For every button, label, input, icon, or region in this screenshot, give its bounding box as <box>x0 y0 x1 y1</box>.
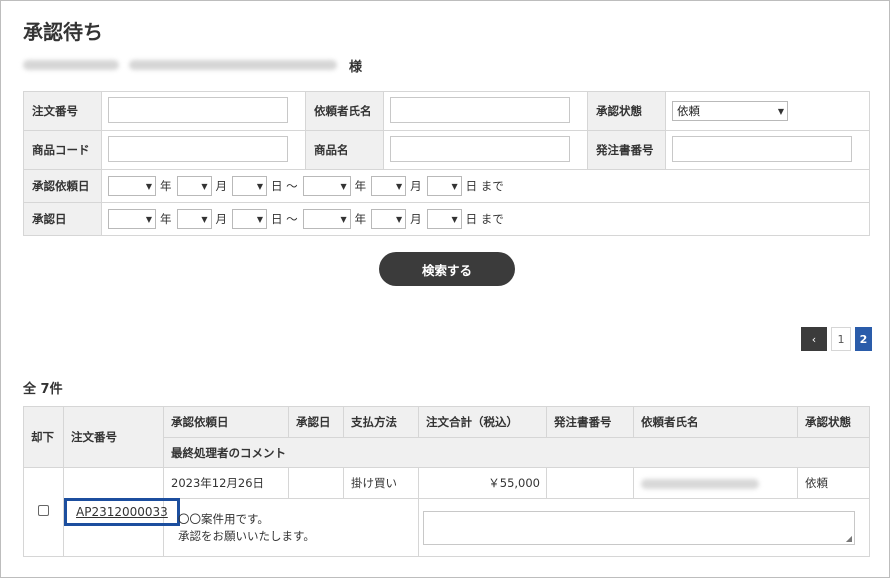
cell-approval-date <box>288 467 344 499</box>
result-count: 全 7件 <box>23 382 63 397</box>
col-order-no: 注文番号 <box>63 406 164 468</box>
status-label: 承認状態 <box>587 91 666 131</box>
redacted-requester <box>641 478 759 489</box>
page-2-current[interactable]: 2 <box>855 327 872 351</box>
cell-po-no <box>546 467 634 499</box>
unit-year: 年 <box>354 179 367 193</box>
chevron-down-icon: ▼ <box>201 181 208 191</box>
approval-from-month-select[interactable]: ▼ <box>176 209 212 229</box>
product-name-input[interactable] <box>390 135 570 162</box>
unit-month: 月 <box>410 179 422 193</box>
unit-month: 月 <box>215 179 228 193</box>
col-status: 承認状態 <box>797 406 870 438</box>
reject-checkbox[interactable] <box>38 505 49 516</box>
product-code-label: 商品コード <box>23 130 102 170</box>
cell-requester <box>633 467 798 499</box>
unit-year: 年 <box>160 179 172 193</box>
cell-status: 依頼 <box>797 467 870 499</box>
unit-month: 月 <box>410 212 422 226</box>
order-no-label: 注文番号 <box>23 91 102 131</box>
col-request-date: 承認依頼日 <box>163 406 289 438</box>
comment-line-2: 承認をお願いいたします。 <box>178 528 315 543</box>
request-to-month-select[interactable]: ▼ <box>371 176 407 196</box>
chevron-down-icon: ▼ <box>201 214 208 224</box>
approval-to-year-select[interactable]: ▼ <box>302 209 351 229</box>
cell-payment: 掛け買い <box>343 467 419 499</box>
approval-date-range: ▼ 年 ▼ 月 ▼ 日 〜 ▼ 年 ▼ 月 ▼ 日 まで <box>101 202 870 236</box>
cell-request-date: 2023年12月26日 <box>163 467 289 499</box>
redacted-company <box>23 60 119 70</box>
request-date-range: ▼ 年 ▼ 月 ▼ 日 〜 ▼ 年 ▼ 月 ▼ 日 まで <box>101 169 870 203</box>
approval-from-year-select[interactable]: ▼ <box>108 209 156 229</box>
request-to-year-select[interactable]: ▼ <box>302 176 351 196</box>
chevron-down-icon: ▼ <box>145 181 152 191</box>
resize-grip-icon[interactable]: ◢ <box>846 534 852 543</box>
chevron-left-icon[interactable]: ‹ <box>801 327 827 351</box>
order-no-input[interactable] <box>108 96 288 123</box>
chevron-down-icon: ▼ <box>340 214 347 224</box>
chevron-down-icon: ▼ <box>256 181 263 191</box>
col-approval-date: 承認日 <box>288 406 344 438</box>
page-1-link[interactable]: 1 <box>831 327 851 351</box>
customer-honorific: 様 <box>349 59 363 75</box>
col-payment: 支払方法 <box>343 406 419 438</box>
unit-day-to: 日 まで <box>465 212 504 226</box>
customer-name: 様 <box>23 56 363 75</box>
request-to-day-select[interactable]: ▼ <box>426 176 462 196</box>
unit-year: 年 <box>354 212 367 226</box>
col-requester: 依頼者氏名 <box>633 406 798 438</box>
comment-cell: 〇〇案件用です。 承認をお願いいたします。 <box>163 498 419 557</box>
redacted-name <box>129 60 337 70</box>
comment-textarea[interactable]: ◢ <box>423 510 855 545</box>
request-from-day-select[interactable]: ▼ <box>232 176 267 196</box>
approval-date-label: 承認日 <box>23 202 102 236</box>
unit-day-to: 日 まで <box>465 179 504 193</box>
chevron-down-icon: ▼ <box>145 214 152 224</box>
chevron-down-icon: ▼ <box>777 106 784 116</box>
col-total: 注文合計（税込） <box>418 406 547 438</box>
cell-total: ￥55,000 <box>418 467 547 499</box>
search-form: 注文番号 依頼者氏名 承認状態 依頼 ▼ 商品コード 商品名 発注書番号 承認依… <box>23 91 870 236</box>
chevron-down-icon: ▼ <box>451 181 458 191</box>
comment-input-cell: ◢ <box>418 498 870 557</box>
chevron-down-icon: ▼ <box>340 181 347 191</box>
chevron-down-icon: ▼ <box>451 214 458 224</box>
col-reject: 却下 <box>23 406 64 468</box>
unit-year: 年 <box>160 212 172 226</box>
product-code-input[interactable] <box>108 135 288 162</box>
approval-to-day-select[interactable]: ▼ <box>426 209 462 229</box>
results-table: 却下 注文番号 承認依頼日 承認日 支払方法 注文合計（税込） 発注書番号 依頼… <box>23 406 870 557</box>
pagination: ‹ 1 2 <box>801 327 872 351</box>
order-no-link[interactable]: AP2312000033 <box>64 498 180 526</box>
comment-line-1: 〇〇案件用です。 <box>178 511 269 526</box>
request-from-year-select[interactable]: ▼ <box>108 176 156 196</box>
search-button[interactable]: 検索する <box>379 252 515 286</box>
request-date-label: 承認依頼日 <box>23 169 102 203</box>
chevron-down-icon: ▼ <box>396 181 403 191</box>
col-last-comment: 最終処理者のコメント <box>163 437 870 468</box>
chevron-down-icon: ▼ <box>256 214 263 224</box>
status-select[interactable]: 依頼 ▼ <box>672 101 788 121</box>
chevron-down-icon: ▼ <box>396 214 403 224</box>
po-no-input[interactable] <box>672 135 852 162</box>
approval-from-day-select[interactable]: ▼ <box>232 209 267 229</box>
requester-label: 依頼者氏名 <box>305 91 384 131</box>
status-select-value: 依頼 <box>677 104 700 118</box>
requester-input[interactable] <box>390 96 570 123</box>
unit-month: 月 <box>215 212 228 226</box>
product-name-label: 商品名 <box>305 130 384 170</box>
page-title: 承認待ち <box>23 20 103 44</box>
unit-day-from: 日 〜 <box>271 179 298 193</box>
unit-day-from: 日 〜 <box>271 212 298 226</box>
request-from-month-select[interactable]: ▼ <box>176 176 212 196</box>
table-row: AP2312000033 2023年12月26日 掛け買い ￥55,000 依頼 <box>23 467 870 557</box>
approval-to-month-select[interactable]: ▼ <box>371 209 407 229</box>
po-no-label: 発注書番号 <box>587 130 666 170</box>
col-po-no: 発注書番号 <box>546 406 634 438</box>
